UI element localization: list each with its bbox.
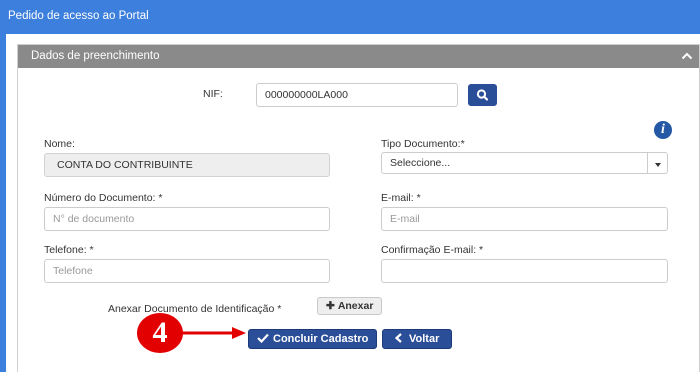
caret-down-icon bbox=[655, 163, 661, 167]
numero-documento-input[interactable]: N° de documento bbox=[44, 207, 330, 231]
voltar-label: Voltar bbox=[409, 333, 440, 345]
concluir-cadastro-label: Concluir Cadastro bbox=[273, 333, 369, 345]
tipo-documento-selected: Seleccione... bbox=[390, 157, 451, 169]
plus-icon: ✚ bbox=[326, 300, 335, 312]
email-input[interactable]: E-mail bbox=[381, 207, 668, 231]
panel-title: Dados de preenchimento bbox=[31, 50, 160, 62]
dropdown-toggle[interactable] bbox=[647, 153, 667, 173]
numero-documento-label: Número do Documento: * bbox=[44, 192, 163, 204]
concluir-cadastro-button[interactable]: Concluir Cadastro bbox=[248, 329, 377, 349]
chevron-up-icon[interactable] bbox=[681, 51, 693, 61]
info-icon[interactable]: i bbox=[654, 121, 672, 139]
panel-header[interactable]: Dados de preenchimento bbox=[18, 45, 699, 68]
anexar-button-label: Anexar bbox=[337, 300, 374, 312]
tipo-documento-select[interactable]: Seleccione... bbox=[381, 152, 668, 174]
step-number-badge: 4 bbox=[137, 313, 183, 353]
nif-label: NIF: bbox=[203, 88, 223, 100]
tipo-documento-label: Tipo Documento:* bbox=[381, 138, 465, 150]
nif-field[interactable]: 000000000LA000 bbox=[256, 83, 458, 107]
nome-label: Nome: bbox=[44, 138, 75, 150]
email-label: E-mail: * bbox=[381, 192, 421, 204]
nome-value: CONTA DO CONTRIBUINTE bbox=[57, 159, 193, 171]
anexar-label: Anexar Documento de Identificação * bbox=[108, 303, 282, 315]
telefone-label: Telefone: * bbox=[44, 244, 94, 256]
portal-access-window: Pedido de acesso ao Portal Dados de pree… bbox=[0, 0, 700, 372]
search-button[interactable] bbox=[468, 84, 497, 106]
search-icon bbox=[476, 89, 489, 101]
nome-field: CONTA DO CONTRIBUINTE bbox=[44, 153, 330, 177]
confirmacao-email-input[interactable] bbox=[381, 259, 668, 283]
telefone-input[interactable]: Telefone bbox=[44, 259, 330, 283]
chevron-left-icon bbox=[394, 333, 402, 343]
voltar-button[interactable]: Voltar bbox=[382, 329, 452, 349]
anexar-button[interactable]: ✚ Anexar bbox=[317, 297, 383, 315]
arrow-right-icon bbox=[180, 327, 246, 339]
check-icon bbox=[257, 333, 269, 343]
confirmacao-email-label: Confirmação E-mail: * bbox=[381, 244, 484, 256]
window-title: Pedido de acesso ao Portal bbox=[8, 10, 149, 22]
